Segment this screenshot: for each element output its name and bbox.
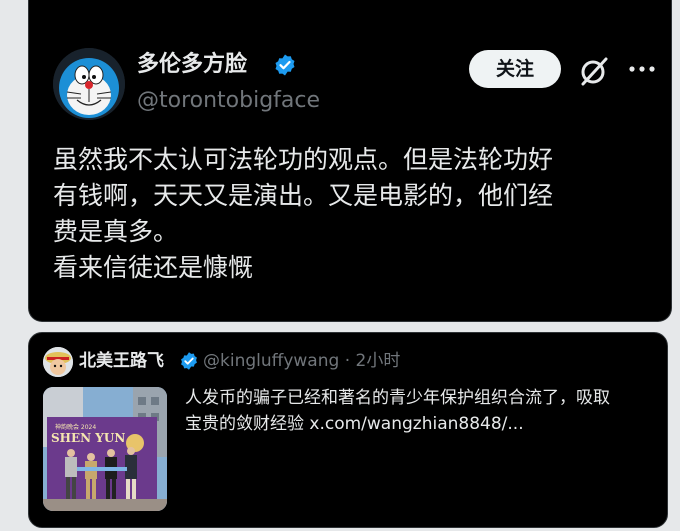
tweet-text-line: 看来信徒还是慷慨 [53, 253, 254, 282]
event-photo: 神韵晚会 2024 SHEN YUN [43, 387, 167, 511]
tweet-text-line: 有钱啊，天天又是演出。又是电影的，他们经 [53, 181, 554, 210]
meta-separator: · [344, 351, 351, 371]
tweet-text-line: 费是真多。 [53, 217, 179, 246]
quoted-text-line: 人发币的骗子已经和著名的青少年保护组织合流了，吸取 [185, 388, 610, 408]
quoted-meta: @kingluffywang · 2小时 [203, 349, 400, 373]
banner-small-text: 神韵晚会 2024 [55, 423, 96, 431]
avatar[interactable] [53, 48, 125, 120]
quoted-tweet[interactable]: 北美王路飞 @kingluffywang · 2小时 神韵晚会 2024 SHE… [28, 332, 668, 528]
quoted-handle[interactable]: @kingluffywang [203, 351, 339, 371]
grok-icon[interactable] [577, 54, 611, 88]
doraemon-avatar-icon [53, 48, 125, 120]
display-name[interactable]: 多伦多方脸 [137, 50, 247, 80]
tweet-card: 多伦多方脸 @torontobigface 关注 虽然我不太认可法轮功的观点。但… [28, 0, 672, 322]
quoted-avatar[interactable] [43, 347, 73, 377]
luffy-avatar-icon [43, 347, 73, 377]
quoted-text: 人发币的骗子已经和著名的青少年保护组织合流了，吸取 宝贵的敛财经验 x.com/… [185, 385, 655, 437]
more-icon[interactable] [627, 62, 657, 76]
tweet-text-line: 虽然我不太认可法轮功的观点。但是法轮功好 [53, 145, 554, 174]
quoted-display-name[interactable]: 北美王路飞 [79, 349, 164, 373]
quoted-media-thumbnail[interactable]: 神韵晚会 2024 SHEN YUN [43, 387, 167, 511]
verified-badge-icon [181, 352, 197, 370]
quoted-link[interactable]: x.com/wangzhian8848/... [309, 414, 523, 434]
banner-big-text: SHEN YUN [51, 431, 125, 445]
handle[interactable]: @torontobigface [137, 86, 320, 116]
follow-button[interactable]: 关注 [469, 50, 561, 88]
verified-badge-icon [275, 54, 295, 76]
tweet-text: 虽然我不太认可法轮功的观点。但是法轮功好 有钱啊，天天又是演出。又是电影的，他们… [53, 142, 663, 286]
quoted-text-line-2: 宝贵的敛财经验 x.com/wangzhian8848/... [185, 414, 524, 434]
quoted-time[interactable]: 2小时 [356, 351, 401, 371]
